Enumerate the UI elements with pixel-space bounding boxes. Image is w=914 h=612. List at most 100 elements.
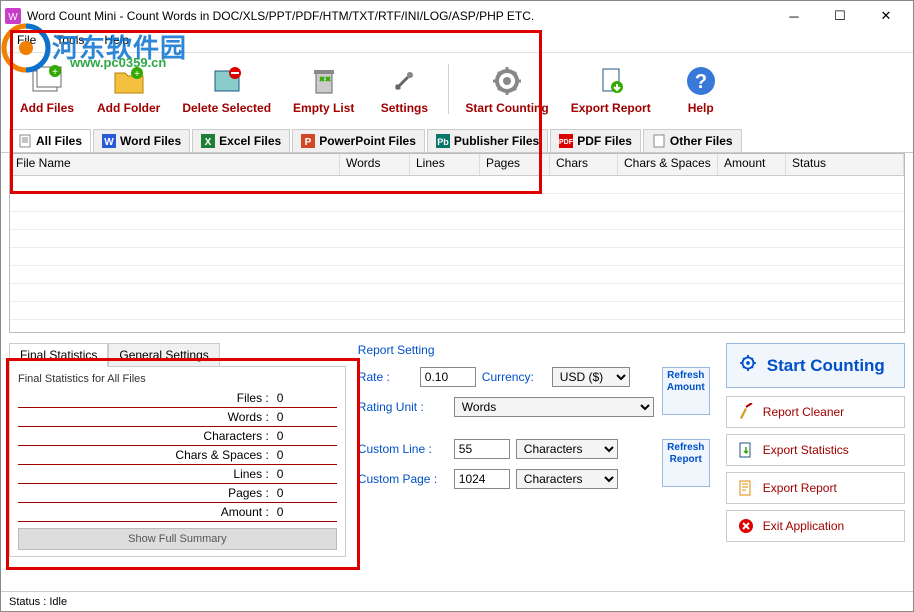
settings-icon xyxy=(386,63,422,99)
gear-icon xyxy=(737,352,759,379)
add-files-icon: + xyxy=(29,63,65,99)
stat-lines-val: 0 xyxy=(277,467,337,481)
svg-text:+: + xyxy=(134,69,140,80)
side-export-report-label: Export Report xyxy=(763,481,837,495)
side-export-report-button[interactable]: Export Report xyxy=(726,472,905,504)
col-chars-spaces[interactable]: Chars & Spaces xyxy=(618,154,718,175)
stat-chars-label: Characters : xyxy=(18,429,277,443)
start-counting-label: Start Counting xyxy=(465,101,548,115)
export-stats-label: Export Statistics xyxy=(763,443,849,457)
add-files-button[interactable]: + Add Files xyxy=(9,59,85,119)
other-icon xyxy=(652,134,666,148)
refresh-report-label: Refresh Report xyxy=(667,442,704,465)
stat-cs-label: Chars & Spaces : xyxy=(18,448,277,462)
empty-list-icon xyxy=(306,63,342,99)
export-report-button[interactable]: Export Report xyxy=(561,59,661,119)
table-row xyxy=(10,230,904,248)
refresh-amount-button[interactable]: Refresh Amount xyxy=(662,367,710,415)
rating-unit-select[interactable]: Words xyxy=(454,397,654,417)
tab-general-settings[interactable]: General Settings xyxy=(108,343,219,367)
menu-help[interactable]: Help xyxy=(94,31,139,52)
col-chars[interactable]: Chars xyxy=(550,154,618,175)
show-full-summary-button[interactable]: Show Full Summary xyxy=(18,528,337,550)
file-grid: File Name Words Lines Pages Chars Chars … xyxy=(9,153,905,333)
titlebar: W Word Count Mini - Count Words in DOC/X… xyxy=(1,1,913,31)
svg-text:?: ? xyxy=(695,71,707,93)
tab-excel-label: Excel Files xyxy=(219,134,281,148)
tab-excel-files[interactable]: X Excel Files xyxy=(192,129,290,152)
tab-word-files[interactable]: W Word Files xyxy=(93,129,190,152)
stat-lines-label: Lines : xyxy=(18,467,277,481)
empty-list-button[interactable]: Empty List xyxy=(283,59,364,119)
final-statistics-frame: Final Statistics for All Files Files :0 … xyxy=(9,366,346,557)
excel-icon: X xyxy=(201,134,215,148)
export-statistics-button[interactable]: Export Statistics xyxy=(726,434,905,466)
window-title: Word Count Mini - Count Words in DOC/XLS… xyxy=(27,9,771,23)
word-icon: W xyxy=(102,134,116,148)
rating-unit-label: Rating Unit : xyxy=(358,400,448,414)
rate-input[interactable] xyxy=(420,367,476,387)
col-amount[interactable]: Amount xyxy=(718,154,786,175)
tab-other-files[interactable]: Other Files xyxy=(643,129,742,152)
help-button[interactable]: ? Help xyxy=(663,59,739,119)
minimize-button[interactable]: ─ xyxy=(771,1,817,31)
stat-words-val: 0 xyxy=(277,410,337,424)
add-files-label: Add Files xyxy=(20,101,74,115)
col-pages[interactable]: Pages xyxy=(480,154,550,175)
start-counting-button[interactable]: Start Counting xyxy=(455,59,558,119)
status-text: Status : Idle xyxy=(9,596,67,608)
export-report-label: Export Report xyxy=(571,101,651,115)
custom-line-unit-select[interactable]: Characters xyxy=(516,439,618,459)
tab-word-label: Word Files xyxy=(120,134,181,148)
table-row xyxy=(10,212,904,230)
side-start-counting-button[interactable]: Start Counting xyxy=(726,343,905,388)
add-folder-icon: + xyxy=(111,63,147,99)
svg-text:Pb: Pb xyxy=(437,137,449,147)
custom-page-input[interactable] xyxy=(454,469,510,489)
publisher-icon: Pb xyxy=(436,134,450,148)
stat-amount-label: Amount : xyxy=(18,505,277,519)
pdf-icon: PDF xyxy=(559,134,573,148)
stat-words-label: Words : xyxy=(18,410,277,424)
ppt-icon: P xyxy=(301,134,315,148)
close-button[interactable]: ✕ xyxy=(863,1,909,31)
report-cleaner-button[interactable]: Report Cleaner xyxy=(726,396,905,428)
delete-selected-button[interactable]: Delete Selected xyxy=(172,59,281,119)
currency-label: Currency: xyxy=(482,370,546,384)
refresh-report-button[interactable]: Refresh Report xyxy=(662,439,710,487)
menu-file[interactable]: File xyxy=(7,31,46,52)
col-filename[interactable]: File Name xyxy=(10,154,340,175)
help-icon: ? xyxy=(683,63,719,99)
table-row xyxy=(10,248,904,266)
menu-tools[interactable]: Tools xyxy=(46,31,94,52)
stat-files-label: Files : xyxy=(18,391,277,405)
tab-pdf-files[interactable]: PDFPDF Files xyxy=(550,129,641,152)
stat-cs-val: 0 xyxy=(277,448,337,462)
side-start-label: Start Counting xyxy=(767,356,885,376)
export-stats-icon xyxy=(737,441,755,459)
table-row xyxy=(10,194,904,212)
tab-publisher-files[interactable]: PbPublisher Files xyxy=(427,129,548,152)
col-words[interactable]: Words xyxy=(340,154,410,175)
settings-button[interactable]: Settings xyxy=(366,59,442,119)
custom-line-label: Custom Line : xyxy=(358,442,448,456)
add-folder-button[interactable]: + Add Folder xyxy=(87,59,170,119)
col-status[interactable]: Status xyxy=(786,154,904,175)
broom-icon xyxy=(737,403,755,421)
tab-all-files[interactable]: All Files xyxy=(9,129,91,152)
svg-text:+: + xyxy=(52,67,58,78)
col-lines[interactable]: Lines xyxy=(410,154,480,175)
exit-application-button[interactable]: Exit Application xyxy=(726,510,905,542)
custom-line-input[interactable] xyxy=(454,439,510,459)
tab-final-statistics[interactable]: Final Statistics xyxy=(9,343,108,367)
app-icon: W xyxy=(5,8,21,24)
statusbar: Status : Idle xyxy=(1,591,913,611)
help-label: Help xyxy=(688,101,714,115)
stat-pages-val: 0 xyxy=(277,486,337,500)
tab-powerpoint-files[interactable]: PPowerPoint Files xyxy=(292,129,425,152)
maximize-button[interactable]: ☐ xyxy=(817,1,863,31)
custom-page-unit-select[interactable]: Characters xyxy=(516,469,618,489)
currency-select[interactable]: USD ($) xyxy=(552,367,630,387)
toolbar-separator xyxy=(448,64,449,114)
grid-body[interactable] xyxy=(10,176,904,332)
